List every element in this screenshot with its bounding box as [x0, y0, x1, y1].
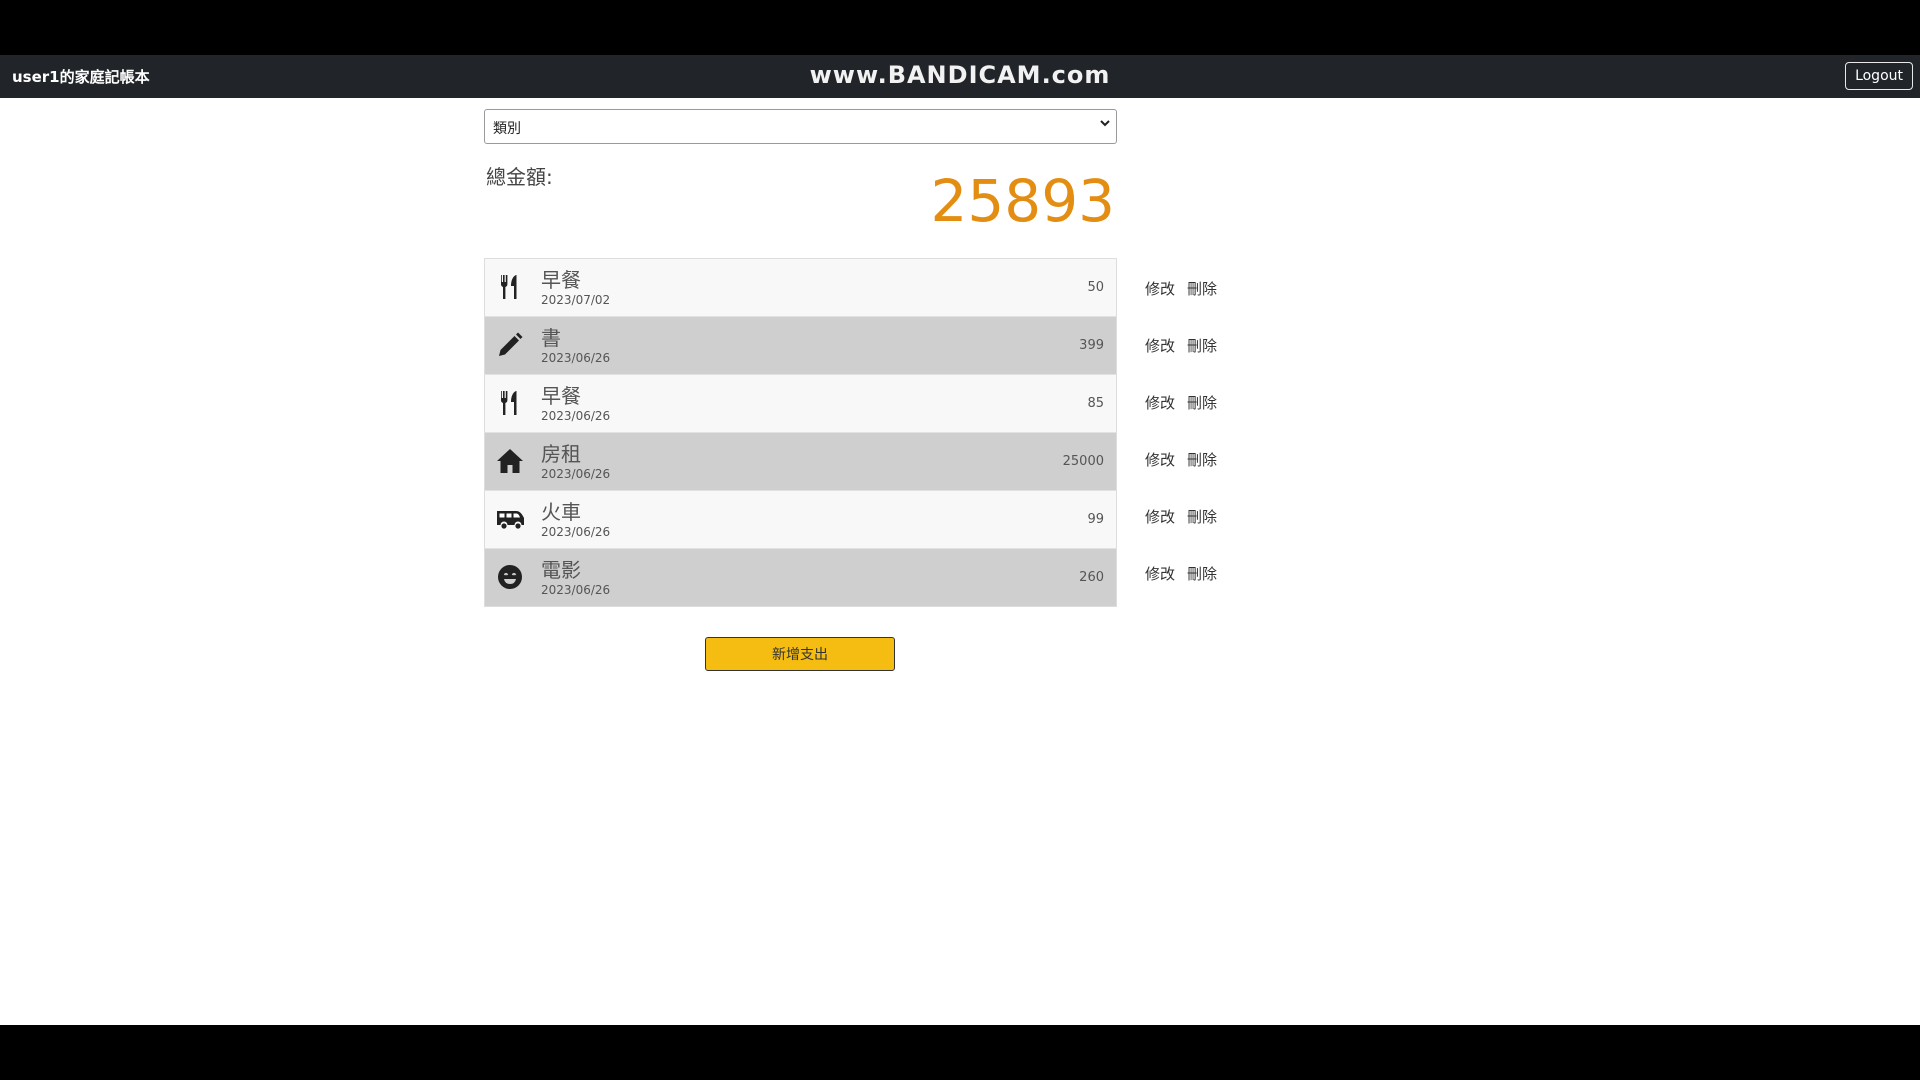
- edit-link[interactable]: 修改: [1145, 449, 1175, 470]
- letterbox-bottom: [0, 1025, 1920, 1080]
- expense-row[interactable]: 火車 2023/06/26 99: [485, 491, 1116, 549]
- edit-link[interactable]: 修改: [1145, 278, 1175, 299]
- letterbox-top: [0, 0, 1920, 55]
- expense-amount: 399: [1079, 338, 1104, 353]
- expense-amount: 85: [1087, 396, 1104, 411]
- expense-date: 2023/06/26: [541, 409, 611, 423]
- edit-link[interactable]: 修改: [1145, 563, 1175, 584]
- row-actions: 修改 刪除: [1145, 429, 1265, 486]
- expense-row[interactable]: 早餐 2023/07/02 50: [485, 259, 1116, 317]
- chevron-down-icon: [1100, 117, 1110, 131]
- edit-link[interactable]: 修改: [1145, 506, 1175, 527]
- expense-row[interactable]: 電影 2023/06/26 260: [485, 549, 1116, 606]
- utensils-icon: [496, 389, 524, 417]
- expense-date: 2023/07/02: [541, 293, 611, 307]
- category-select[interactable]: 類別: [484, 109, 1117, 144]
- expense-name: 書: [541, 326, 561, 350]
- delete-link[interactable]: 刪除: [1187, 449, 1217, 470]
- expense-date: 2023/06/26: [541, 467, 611, 481]
- navbar: user1的家庭記帳本 www.BANDICAM.com Logout: [0, 55, 1920, 98]
- expense-name: 早餐: [541, 384, 581, 408]
- house-icon: [496, 447, 524, 475]
- row-actions: 修改 刪除: [1145, 543, 1265, 600]
- expense-date: 2023/06/26: [541, 583, 611, 597]
- expense-amount: 50: [1087, 280, 1104, 295]
- expense-row[interactable]: 書 2023/06/26 399: [485, 317, 1116, 375]
- delete-link[interactable]: 刪除: [1187, 278, 1217, 299]
- expense-list: 早餐 2023/07/02 50 書 2023/06/26 399 早餐 202…: [484, 258, 1117, 607]
- add-expense-button[interactable]: 新增支出: [705, 637, 895, 671]
- category-select-value: 類別: [493, 121, 521, 137]
- utensils-icon: [496, 273, 524, 301]
- expense-date: 2023/06/26: [541, 525, 611, 539]
- logout-button[interactable]: Logout: [1845, 62, 1913, 90]
- edit-link[interactable]: 修改: [1145, 335, 1175, 356]
- total-value: 25893: [930, 167, 1115, 235]
- van-icon: [496, 505, 524, 533]
- expense-name: 早餐: [541, 268, 581, 292]
- expense-name: 房租: [541, 442, 581, 466]
- expense-name: 火車: [541, 500, 581, 524]
- recording-watermark: www.BANDICAM.com: [809, 61, 1111, 89]
- expense-date: 2023/06/26: [541, 351, 611, 365]
- delete-link[interactable]: 刪除: [1187, 335, 1217, 356]
- smile-icon: [496, 563, 524, 591]
- expense-name: 電影: [541, 558, 581, 582]
- expense-amount: 99: [1087, 512, 1104, 527]
- edit-link[interactable]: 修改: [1145, 392, 1175, 413]
- pencil-icon: [496, 331, 524, 359]
- row-actions: 修改 刪除: [1145, 258, 1265, 315]
- row-actions: 修改 刪除: [1145, 372, 1265, 429]
- expense-amount: 260: [1079, 570, 1104, 585]
- expense-row[interactable]: 早餐 2023/06/26 85: [485, 375, 1116, 433]
- row-actions: 修改 刪除: [1145, 315, 1265, 372]
- delete-link[interactable]: 刪除: [1187, 392, 1217, 413]
- expense-row[interactable]: 房租 2023/06/26 25000: [485, 433, 1116, 491]
- delete-link[interactable]: 刪除: [1187, 506, 1217, 527]
- row-actions: 修改 刪除: [1145, 486, 1265, 543]
- browser-viewport: user1的家庭記帳本 www.BANDICAM.com Logout 類別 總…: [0, 55, 1920, 1025]
- total-label: 總金額:: [486, 165, 553, 189]
- delete-link[interactable]: 刪除: [1187, 563, 1217, 584]
- expense-amount: 25000: [1062, 454, 1104, 469]
